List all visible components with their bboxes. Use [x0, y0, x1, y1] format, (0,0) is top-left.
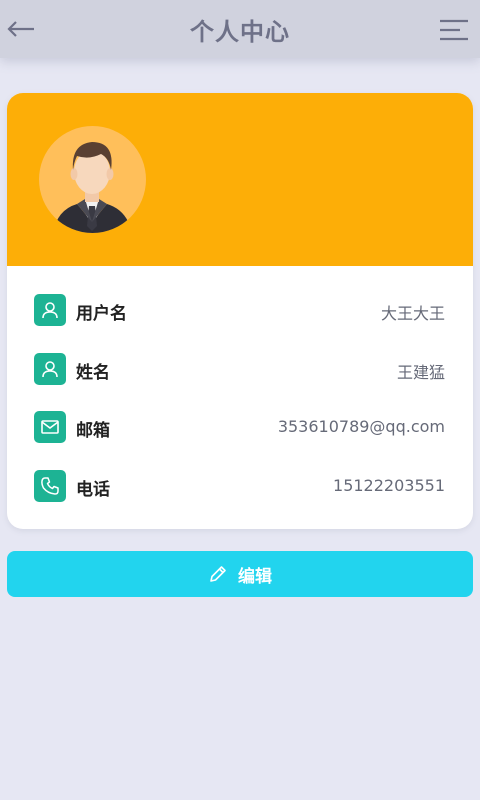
name-row: 姓名 王建猛 — [7, 349, 473, 389]
profile-card: 用户名 大王大王 姓名 王建猛 邮箱 353610789@qq.com 电话 1… — [7, 93, 473, 529]
app-header: 个人中心 — [0, 0, 480, 58]
profile-banner — [7, 93, 473, 266]
username-value: 大王大王 — [380, 304, 445, 323]
email-value: 353610789@qq.com — [277, 417, 445, 436]
phone-icon — [34, 470, 66, 502]
page-title: 个人中心 — [190, 18, 290, 46]
user-icon — [34, 353, 66, 385]
businessman-avatar-icon — [53, 142, 132, 233]
avatar — [39, 126, 146, 233]
user-icon — [34, 294, 66, 326]
username-label: 用户名 — [76, 304, 127, 324]
username-row: 用户名 大王大王 — [7, 290, 473, 330]
phone-label: 电话 — [76, 480, 110, 500]
menu-button[interactable] — [438, 18, 470, 42]
edit-button-label: 编辑 — [238, 566, 272, 586]
name-label: 姓名 — [76, 363, 110, 383]
name-value: 王建猛 — [396, 363, 445, 382]
menu-icon — [440, 19, 468, 41]
pencil-icon — [210, 566, 226, 582]
email-row: 邮箱 353610789@qq.com — [7, 407, 473, 447]
email-label: 邮箱 — [76, 421, 110, 441]
edit-button[interactable]: 编辑 — [7, 551, 473, 597]
mail-icon — [34, 411, 66, 443]
phone-row: 电话 15122203551 — [7, 466, 473, 506]
phone-value: 15122203551 — [333, 476, 445, 495]
